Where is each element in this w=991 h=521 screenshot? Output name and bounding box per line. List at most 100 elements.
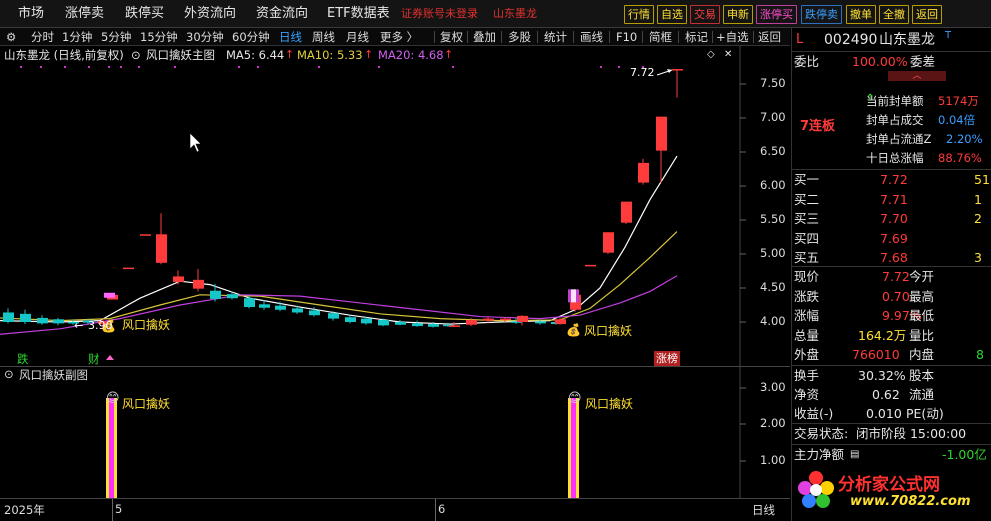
seal-row: 封单占流通Z 2.20% <box>792 129 991 149</box>
menu-limit-up-sell[interactable]: 涨停卖 <box>65 0 104 28</box>
buy-level-row[interactable]: 买五 7.68 3 <box>792 248 991 268</box>
period-60min[interactable]: 60分钟 <box>232 28 270 46</box>
period-5min[interactable]: 5分钟 <box>101 28 131 46</box>
menu-foreign-flow[interactable]: 外资流向 <box>184 0 236 28</box>
smiley-icon-2: 😊 <box>568 391 582 406</box>
quote-label-left: 涨幅 <box>794 308 820 323</box>
period-monthly[interactable]: 月线 <box>346 28 369 46</box>
seal-row-label: 封单占流通Z <box>866 132 932 146</box>
badge-zhang-bang[interactable]: 涨榜 <box>654 351 680 366</box>
buy-level-price: 7.70 <box>880 211 908 226</box>
sub-signal-label-2: 风口擒妖 <box>585 397 634 411</box>
buy-level-volume: 2 <box>974 211 982 226</box>
t-flag: T <box>945 30 952 41</box>
btn-draw-line[interactable]: 画线 <box>580 28 603 46</box>
candle-body <box>259 304 270 308</box>
quote-value-left: 0.70 <box>882 288 910 304</box>
buy-level-row[interactable]: 买一 7.72 51 <box>792 170 991 190</box>
buy-level-row[interactable]: 买四 7.69 <box>792 229 991 249</box>
period-more[interactable]: 更多 〉 <box>380 28 418 46</box>
main-y-tick: 5.50 <box>760 212 786 226</box>
period-30min[interactable]: 30分钟 <box>186 28 224 46</box>
finance-label-left: 换手 <box>794 368 820 383</box>
badge-die[interactable]: 跌 <box>17 351 29 367</box>
finance-row: 换手 30.32% 股本 <box>792 366 991 386</box>
period-weekly[interactable]: 周线 <box>312 28 335 46</box>
candle-body <box>227 294 238 299</box>
candle-body <box>449 325 460 327</box>
marker-dot <box>88 66 90 68</box>
candle-body <box>378 319 389 326</box>
btn-simple-frame[interactable]: 简框 <box>649 28 672 46</box>
watermark-url: www.70822.com <box>850 494 971 509</box>
x-period-label[interactable]: 日线 <box>752 502 775 518</box>
menu-limit-down-buy[interactable]: 跌停买 <box>125 0 164 28</box>
btn-limit-down-sell[interactable]: 跌停卖 <box>801 5 842 24</box>
btn-add-watch[interactable]: +自选 <box>716 28 749 46</box>
candle-body <box>156 234 167 263</box>
signal-candle-center <box>571 289 576 303</box>
menu-etf-data[interactable]: ETF数据表 <box>327 0 390 28</box>
btn-quote[interactable]: 行情 <box>624 5 654 24</box>
period-daily[interactable]: 日线 <box>279 28 302 46</box>
sub-indicator-chart[interactable] <box>0 366 790 498</box>
low-price-label: 3.90 <box>88 319 113 332</box>
badge-cai[interactable]: 财 <box>88 351 100 367</box>
candle-body <box>173 276 184 282</box>
buy-level-volume: 3 <box>974 250 982 265</box>
candle-body <box>20 313 31 322</box>
btn-cancel-all[interactable]: 全撤 <box>879 5 909 24</box>
menu-market[interactable]: 市场 <box>18 0 44 28</box>
signal-bar-edge <box>114 398 117 498</box>
btn-f10[interactable]: F10 <box>616 28 637 46</box>
quote-label-left: 涨跌 <box>794 288 820 304</box>
marker-dot <box>238 66 240 68</box>
finance-label-right: PE(动) <box>906 406 944 421</box>
marker-dot <box>64 66 66 68</box>
period-15min[interactable]: 15分钟 <box>140 28 178 46</box>
candle-body <box>53 319 64 324</box>
btn-statistics[interactable]: 统计 <box>544 28 567 46</box>
period-1min[interactable]: 1分钟 <box>62 28 92 46</box>
btn-multi-stock[interactable]: 多股 <box>508 28 531 46</box>
quote-label-left: 现价 <box>794 269 820 284</box>
main-kline-chart[interactable] <box>0 46 790 366</box>
seal-row-value: 5174万 <box>938 94 979 108</box>
sub-signal-label-1: 风口擒妖 <box>122 397 171 411</box>
gear-icon[interactable]: ⚙ <box>6 28 16 46</box>
btn-mark[interactable]: 标记 <box>685 28 708 46</box>
btn-return[interactable]: 返回 <box>758 28 781 46</box>
main-flow-icon[interactable]: ▤ <box>850 445 859 465</box>
menu-stock-name: 山东墨龙 <box>493 7 537 20</box>
quote-value-left: 164.2万 <box>858 327 907 343</box>
buy-level-row[interactable]: 买二 7.71 1 <box>792 190 991 210</box>
btn-trade[interactable]: 交易 <box>690 5 720 24</box>
buy-level-price: 7.68 <box>880 250 908 265</box>
btn-apply-new[interactable]: 申新 <box>723 5 753 24</box>
signal-bar-edge <box>576 398 579 498</box>
green-arrow-icon: ↑ <box>866 93 875 104</box>
quote-value-left: 766010 <box>852 347 900 362</box>
candle-body <box>483 318 494 321</box>
quote-label-right: 今开 <box>909 269 935 284</box>
buy-level-label: 买四 <box>794 230 820 246</box>
broker-login-status[interactable]: 证券账号未登录 <box>401 0 478 28</box>
btn-watchlist[interactable]: 自选 <box>657 5 687 24</box>
quote-row: 涨跌 0.70 最高 <box>792 287 991 307</box>
btn-return-top[interactable]: 返回 <box>912 5 942 24</box>
buy-level-volume: 1 <box>974 191 982 207</box>
btn-overlay[interactable]: 叠加 <box>473 28 496 46</box>
candle-body <box>361 318 372 324</box>
btn-cancel-order[interactable]: 撤单 <box>846 5 876 24</box>
signal-label-main-1: 风口擒妖 <box>122 318 171 332</box>
btn-adjust[interactable]: 复权 <box>440 28 463 46</box>
seal-row: 当前封单额 5174万 <box>792 91 991 111</box>
btn-limit-up-buy[interactable]: 涨停买 <box>756 5 797 24</box>
sub-y-tick: 3.00 <box>760 380 786 394</box>
x-label-year: 2025年 <box>4 503 45 517</box>
buy-level-price: 7.69 <box>880 230 908 246</box>
collapse-arrow-icon[interactable]: ︿ <box>888 71 946 81</box>
period-timeshare[interactable]: 分时 <box>31 28 54 46</box>
buy-level-row[interactable]: 买三 7.70 2 <box>792 209 991 229</box>
menu-capital-flow[interactable]: 资金流向 <box>256 0 308 28</box>
